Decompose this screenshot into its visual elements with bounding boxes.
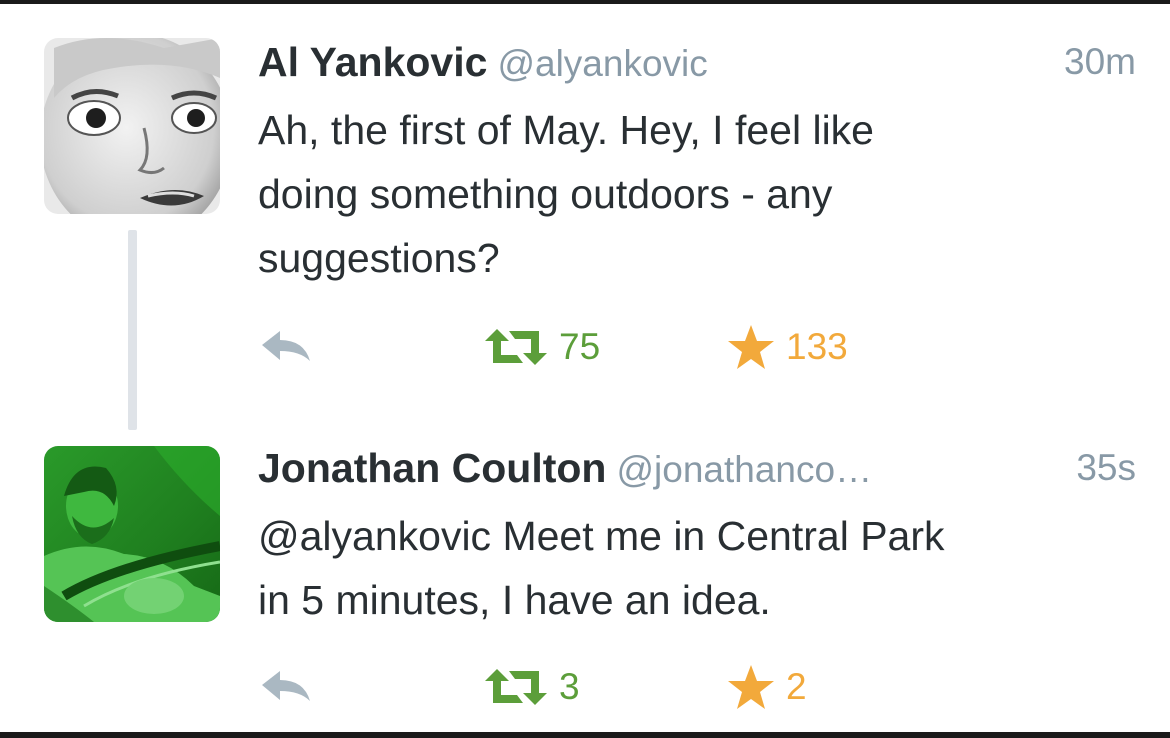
avatar-photo-icon xyxy=(44,446,220,622)
tweet-header: Al Yankovic @alyankovic 30m xyxy=(258,38,1136,86)
reply-button[interactable] xyxy=(258,662,316,712)
favorite-count: 2 xyxy=(786,666,807,707)
retweet-count: 75 xyxy=(559,326,601,367)
tweet-text: Ah, the first of May. Hey, I feel like d… xyxy=(258,107,874,281)
tweet-header: Jonathan Coulton @jonathanco… 35s xyxy=(258,444,1136,492)
favorite-button[interactable]: 2 xyxy=(726,662,807,712)
tweet[interactable]: Jonathan Coulton @jonathanco… 35s @alyank… xyxy=(0,420,1170,732)
favorite-count: 133 xyxy=(786,326,848,367)
retweet-button[interactable]: 75 xyxy=(483,322,600,372)
tweet-actions: 3 2 xyxy=(258,662,958,712)
retweet-icon xyxy=(485,669,547,705)
user-handle[interactable]: @alyankovic xyxy=(497,43,707,84)
timestamp[interactable]: 30m xyxy=(1064,38,1136,86)
star-icon xyxy=(728,325,774,369)
reply-button[interactable] xyxy=(258,322,316,372)
star-icon xyxy=(728,665,774,709)
avatar[interactable] xyxy=(44,38,220,214)
tweet-actions: 75 133 xyxy=(258,322,958,372)
retweet-icon xyxy=(485,329,547,365)
tweet-text: @alyankovic Meet me in Central Park in 5… xyxy=(258,513,945,623)
user-handle[interactable]: @jonathanco… xyxy=(616,449,872,490)
timestamp[interactable]: 35s xyxy=(1076,444,1136,492)
retweet-button[interactable]: 3 xyxy=(483,662,580,712)
display-name[interactable]: Jonathan Coulton xyxy=(258,445,606,491)
tweet[interactable]: Al Yankovic @alyankovic 30m Ah, the first… xyxy=(0,0,1170,400)
reply-icon xyxy=(262,331,310,361)
avatar[interactable] xyxy=(44,446,220,622)
display-name[interactable]: Al Yankovic xyxy=(258,39,487,85)
retweet-count: 3 xyxy=(559,666,580,707)
reply-icon xyxy=(262,671,310,701)
favorite-button[interactable]: 133 xyxy=(726,322,848,372)
bottom-border xyxy=(0,732,1170,738)
avatar-photo-icon xyxy=(44,38,220,214)
